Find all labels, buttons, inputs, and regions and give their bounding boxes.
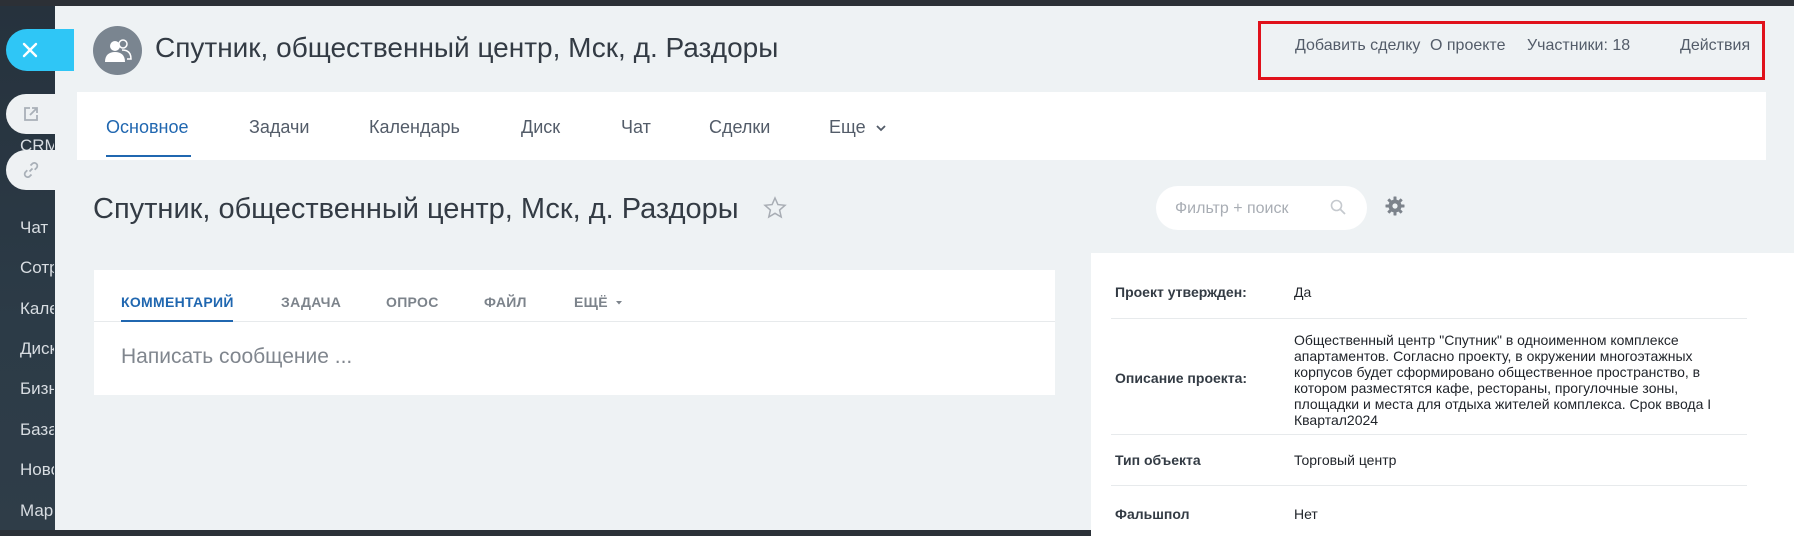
content-title: Спутник, общественный центр, Мск, д. Раз… <box>93 193 739 225</box>
row-divider <box>1111 485 1747 486</box>
search-icon[interactable] <box>1329 198 1347 216</box>
tab-more-label: Еще <box>829 117 866 137</box>
info-label: Тип объекта <box>1115 452 1201 468</box>
sidebar-item[interactable]: Чат <box>20 218 54 238</box>
feed-tabs: КОММЕНТАРИЙ ЗАДАЧА ОПРОС ФАЙЛ ЕЩЁ <box>94 270 1055 322</box>
external-link-icon <box>24 107 38 121</box>
about-project-button[interactable]: О проекте <box>1430 37 1505 55</box>
info-label: Описание проекта: <box>1115 370 1248 386</box>
open-in-new-window-button[interactable] <box>6 94 60 134</box>
row-divider <box>1111 318 1747 319</box>
feed-tab-comment[interactable]: КОММЕНТАРИЙ <box>121 294 234 310</box>
main-tabs: Основное Задачи Календарь Диск Чат Сделк… <box>77 92 1766 160</box>
project-info-card: Проект утвержден: Да Описание проекта: О… <box>1091 253 1794 536</box>
panel-header: Спутник, общественный центр, Мск, д. Раз… <box>55 6 1794 92</box>
tab-calendar[interactable]: Календарь <box>369 117 460 138</box>
info-value: Да <box>1294 284 1312 300</box>
tab-main[interactable]: Основное <box>106 117 188 138</box>
page-title: Спутник, общественный центр, Мск, д. Раз… <box>155 32 779 63</box>
info-value: Общественный центр "Спутник" в одноименн… <box>1294 332 1712 428</box>
feed-tab-poll[interactable]: ОПРОС <box>386 294 439 310</box>
feed-tab-more[interactable]: ЕЩЁ <box>574 294 623 310</box>
star-icon[interactable] <box>763 196 787 220</box>
members-button[interactable]: Участники: 18 <box>1527 37 1630 55</box>
link-icon <box>23 162 39 178</box>
add-deal-button[interactable]: Добавить сделку <box>1295 37 1420 55</box>
slider-panel: Спутник, общественный центр, Мск, д. Раз… <box>55 6 1794 536</box>
users-icon <box>104 38 132 62</box>
message-input[interactable]: Написать сообщение ... <box>121 345 352 369</box>
tab-tasks[interactable]: Задачи <box>249 117 309 138</box>
close-slider-button[interactable] <box>6 29 74 71</box>
filter-search[interactable]: Фильтр + поиск <box>1156 186 1367 230</box>
feed-tab-task[interactable]: ЗАДАЧА <box>281 294 341 310</box>
tab-disk[interactable]: Диск <box>521 117 560 138</box>
info-label: Проект утвержден: <box>1115 284 1247 300</box>
feed-tab-more-label: ЕЩЁ <box>574 294 608 310</box>
feed-tab-file[interactable]: ФАЙЛ <box>484 294 527 310</box>
info-label: Фальшпол <box>1115 506 1190 522</box>
caret-down-icon <box>616 301 623 305</box>
gear-icon[interactable] <box>1385 196 1405 216</box>
close-icon <box>22 42 38 58</box>
sidebar-item[interactable]: Диск <box>20 339 54 359</box>
row-divider <box>1111 434 1747 435</box>
tab-more[interactable]: Еще <box>829 117 887 138</box>
chevron-down-icon <box>876 125 886 132</box>
feed-post-form: КОММЕНТАРИЙ ЗАДАЧА ОПРОС ФАЙЛ ЕЩЁ Написа… <box>94 270 1055 395</box>
background-sidebar: CRM Чат Сотрудники Календарь Диск Бизнес… <box>0 6 60 530</box>
sidebar-item[interactable]: Календарь <box>20 299 54 319</box>
group-avatar <box>93 26 142 75</box>
sidebar-item[interactable]: Сотрудники <box>20 258 54 278</box>
sidebar-item[interactable]: База <box>20 420 54 440</box>
info-value: Нет <box>1294 506 1318 522</box>
actions-menu-button[interactable]: Действия <box>1680 37 1750 55</box>
tab-deals[interactable]: Сделки <box>709 117 770 138</box>
copy-link-button[interactable] <box>6 150 60 190</box>
sidebar-item[interactable]: Маркет <box>20 501 54 521</box>
active-tab-indicator <box>106 155 191 157</box>
sidebar-item[interactable]: Новости <box>20 460 54 480</box>
active-feed-tab-indicator <box>121 320 233 322</box>
search-input[interactable]: Фильтр + поиск <box>1175 200 1288 218</box>
sidebar-item[interactable]: Бизнес <box>20 379 54 399</box>
info-value: Торговый центр <box>1294 452 1397 468</box>
tab-chat[interactable]: Чат <box>621 117 651 138</box>
